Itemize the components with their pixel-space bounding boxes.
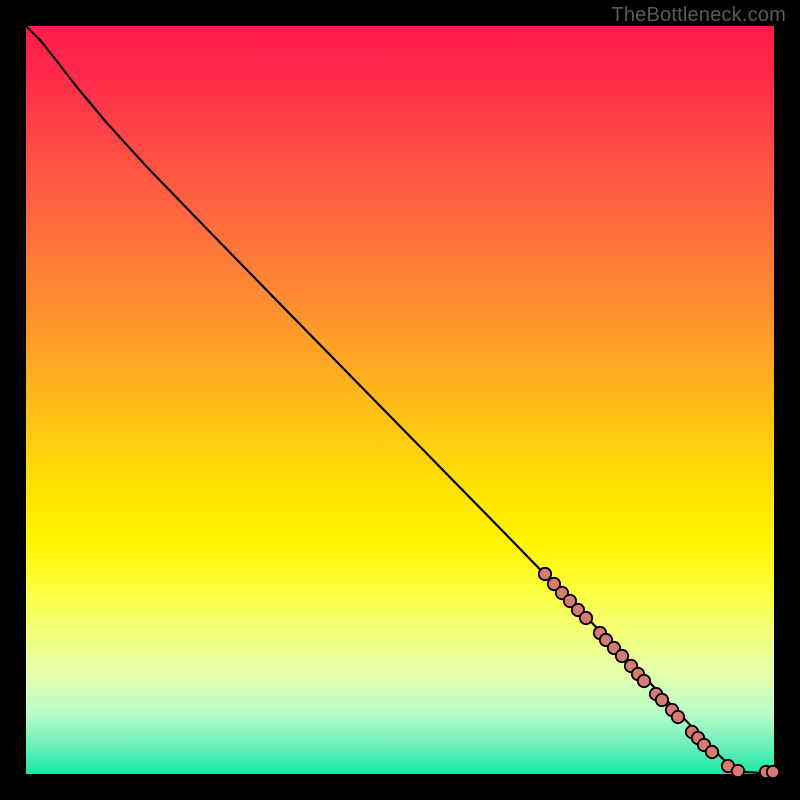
highlight-dot <box>732 765 744 777</box>
curve-line <box>26 26 774 773</box>
plot-area <box>26 26 774 774</box>
highlight-dot <box>656 694 668 706</box>
highlight-dot <box>767 766 779 778</box>
highlight-dot <box>580 612 592 624</box>
highlight-dots-group <box>539 568 779 778</box>
chart-svg <box>26 26 774 774</box>
highlight-dot <box>706 746 718 758</box>
highlight-dot <box>539 568 551 580</box>
watermark-label: TheBottleneck.com <box>611 4 786 27</box>
highlight-dot <box>672 711 684 723</box>
chart-frame: TheBottleneck.com <box>0 0 800 800</box>
highlight-dot <box>638 675 650 687</box>
highlight-dot <box>616 650 628 662</box>
